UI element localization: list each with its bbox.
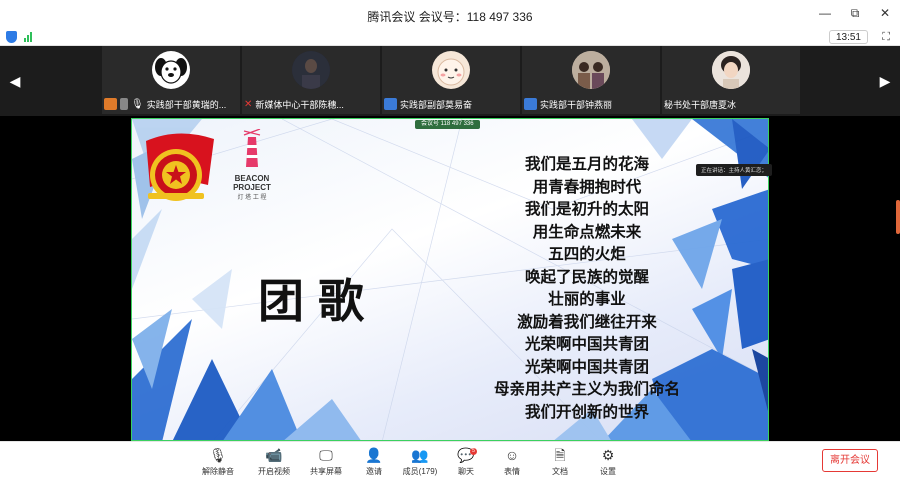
invite-user-icon: 👤 (365, 447, 383, 463)
avatar (432, 51, 470, 89)
beacon-project-logo: BEACON PROJECT 灯 塔 工 程 (228, 128, 276, 201)
beacon-title-2: PROJECT (233, 183, 271, 192)
speaking-indicator: 正在讲话：主持人黄汇恋； (695, 164, 772, 176)
chat-button[interactable]: 💬 聊天 5 (442, 446, 490, 477)
participant-tile[interactable]: 实践部干部钟燕丽 (522, 46, 660, 114)
user-icon (104, 98, 117, 110)
beacon-subtitle: 灯 塔 工 程 (237, 195, 267, 201)
avatar (152, 51, 190, 89)
members-icon: 👥 (411, 447, 429, 463)
share-screen-icon: 🖵 (319, 447, 333, 463)
minimize-icon[interactable]: — (818, 6, 832, 21)
leave-meeting-button[interactable]: 离开会议 (822, 449, 878, 472)
avatar (292, 51, 330, 89)
document-icon: 🗎 (554, 447, 566, 463)
screen-share-indicator[interactable]: 会议号 118 497 336 (415, 120, 480, 129)
lighthouse-icon (243, 128, 261, 167)
participant-tile[interactable]: 🎙 实践部干部黄瑞的... (102, 46, 240, 114)
participant-strip: ◀ 🎙 实践部干部黄瑞的... ✕ 新媒体中心干部陈穗... 实践部副部莫易奋 … (0, 46, 900, 116)
lyric-line: 我们开创新的世界 (524, 401, 649, 421)
settings-icon: ⚙ (601, 447, 615, 463)
participant-name-row: 秘书处干部唐夏冰 (662, 96, 800, 112)
lyric-line: 用青春拥抱时代 (532, 176, 642, 196)
shared-screen-stage: 会议号 118 497 336 BEACON PROJECT 灯 塔 工 程 团… (0, 116, 900, 441)
fullscreen-icon[interactable]: ⛶ (882, 31, 890, 44)
slide-title: 团歌 (258, 274, 378, 328)
youth-league-emblem (138, 129, 218, 214)
emoji-icon: ☺ (504, 447, 520, 463)
close-icon[interactable]: ✕ (878, 6, 892, 21)
lyric-line: 我们是初升的太阳 (524, 199, 649, 218)
muted-mic-icon: ✕ (244, 98, 253, 110)
participant-name: 新媒体中心干部陈穗... (255, 99, 344, 110)
video-off-icon: 📹 (265, 447, 283, 463)
invite-button[interactable]: 👤 邀请 (350, 446, 398, 477)
meeting-clock: 13:51 (828, 30, 868, 44)
participant-name-row: 🎙 实践部干部黄瑞的... (102, 96, 240, 112)
window-controls: — ⧉ ✕ (818, 6, 892, 21)
lyric-line: 用生命点燃未来 (532, 221, 642, 241)
screen-icon (120, 98, 128, 110)
lyrics-block: 我们是五月的花海 用青春拥抱时代 我们是初升的太阳 用生命点燃未来 五四的火炬 … (422, 153, 752, 423)
prev-page-arrow-icon[interactable]: ◀ (0, 46, 30, 116)
restore-icon[interactable]: ⧉ (848, 6, 862, 21)
unmute-button[interactable]: 🎙 解除静音 (194, 446, 242, 477)
emoji-button[interactable]: ☺ 表情 (488, 446, 536, 477)
participant-tile[interactable]: 实践部副部莫易奋 (382, 46, 520, 114)
lyric-line: 五四的火炬 (548, 244, 626, 263)
beacon-title: BEACON (234, 174, 270, 183)
microphone-icon: 🎙 (131, 98, 144, 110)
settings-button[interactable]: ⚙ 设置 (584, 446, 632, 477)
lyric-line: 激励着我们继往开来 (517, 311, 657, 331)
user-icon (384, 98, 397, 110)
participant-name-row: ✕ 新媒体中心干部陈穗... (242, 96, 380, 112)
lyric-line: 母亲用共产主义为我们命名 (493, 379, 680, 398)
muted-mic-icon: 🎙 (209, 447, 227, 463)
share-screen-button[interactable]: 🖵 共享屏幕 (302, 446, 350, 477)
window-title: 腾讯会议 会议号：118 497 336 (367, 10, 533, 24)
lyric-line: 壮丽的事业 (548, 289, 626, 308)
signal-icon[interactable] (24, 32, 32, 42)
participant-name-row: 实践部干部钟燕丽 (522, 96, 660, 112)
next-page-arrow-icon[interactable]: ▶ (870, 46, 900, 116)
participant-tile[interactable]: ✕ 新媒体中心干部陈穗... (242, 46, 380, 114)
members-button[interactable]: 👥 成员(179) (396, 446, 444, 477)
participant-name: 实践部干部黄瑞的... (146, 99, 227, 110)
chat-unread-badge: 5 (470, 448, 477, 455)
participant-name-row: 实践部副部莫易奋 (382, 96, 520, 112)
participant-name: 实践部干部钟燕丽 (540, 99, 613, 110)
participant-name: 实践部副部莫易奋 (400, 99, 473, 110)
participant-tile[interactable]: 秘书处干部唐夏冰 (662, 46, 800, 114)
document-button[interactable]: 🗎 文档 (536, 446, 584, 477)
shield-icon[interactable] (6, 31, 17, 43)
start-video-button[interactable]: 📹 开启视频 (250, 446, 298, 477)
lyric-line: 唤起了民族的觉醒 (524, 266, 649, 286)
lyric-line: 光荣啊中国共青团 (524, 356, 649, 376)
meeting-toolbar: 🎙 解除静音 📹 开启视频 🖵 共享屏幕 👤 邀请 👥 成员(179) 💬 聊天… (0, 441, 900, 479)
chat-icon: 💬 (457, 447, 475, 463)
side-panel-tab[interactable] (896, 200, 900, 234)
lyric-line: 光荣啊中国共青团 (524, 334, 649, 353)
shared-slide: 会议号 118 497 336 BEACON PROJECT 灯 塔 工 程 团… (131, 118, 769, 441)
participant-name: 秘书处干部唐夏冰 (664, 99, 737, 110)
status-bar: 13:51 ⛶ (0, 29, 900, 46)
user-icon (524, 98, 537, 110)
avatar (572, 51, 610, 89)
avatar (712, 51, 750, 89)
title-bar: 腾讯会议 会议号：118 497 336 — ⧉ ✕ (0, 0, 900, 29)
